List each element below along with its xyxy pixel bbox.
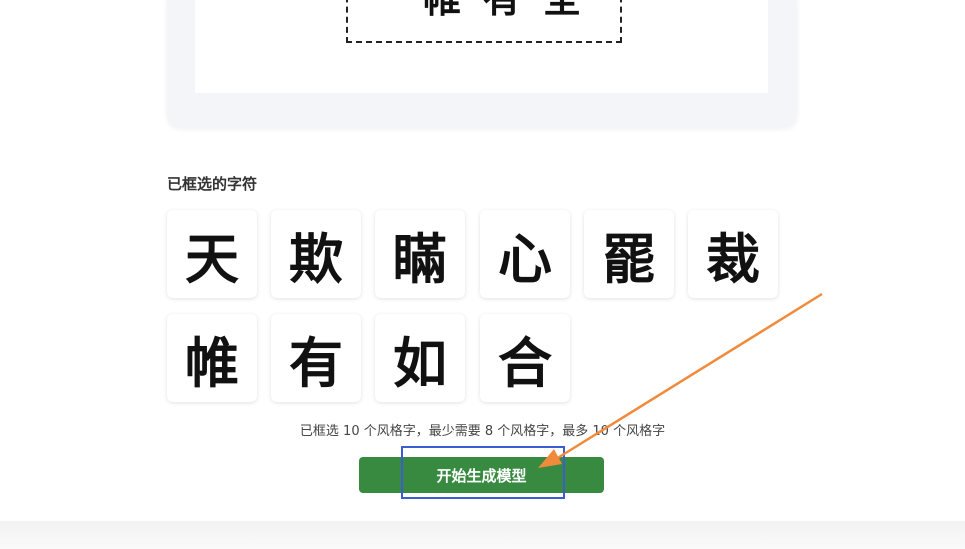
start-generate-model-button[interactable]: 开始生成模型 bbox=[359, 457, 604, 493]
page: 印 帷有全 已框选的字符 天 欺 瞞 心 罷 裁 帷 有 如 合 已框选 10 … bbox=[0, 0, 965, 549]
selection-status-text: 已框选 10 个风格字，最少需要 8 个风格字，最多 10 个风格字 bbox=[299, 424, 666, 439]
character-tile[interactable]: 天 bbox=[167, 210, 257, 298]
image-preview-area[interactable]: 印 帷有全 bbox=[195, 0, 768, 93]
seal-stamp-mark: 印 bbox=[376, 0, 394, 10]
footer-band bbox=[0, 521, 965, 549]
character-tile[interactable]: 如 bbox=[375, 314, 465, 402]
upload-preview-card: 印 帷有全 bbox=[167, 0, 797, 127]
seal-image: 印 帷有全 bbox=[346, 0, 622, 43]
character-tile[interactable]: 罷 bbox=[584, 210, 674, 298]
character-tile[interactable]: 裁 bbox=[688, 210, 778, 298]
selected-characters-title: 已框选的字符 bbox=[167, 175, 258, 193]
character-tile[interactable]: 合 bbox=[480, 314, 570, 402]
character-tile[interactable]: 有 bbox=[271, 314, 361, 402]
character-tile[interactable]: 心 bbox=[480, 210, 570, 298]
character-tile[interactable]: 欺 bbox=[271, 210, 361, 298]
character-tile[interactable]: 瞞 bbox=[375, 210, 465, 298]
character-tile[interactable]: 帷 bbox=[167, 314, 257, 402]
seal-calligraphy-text: 帷有全 bbox=[423, 0, 603, 23]
